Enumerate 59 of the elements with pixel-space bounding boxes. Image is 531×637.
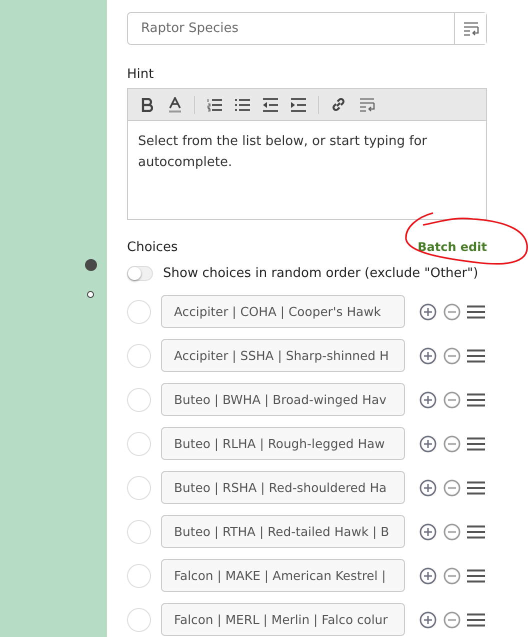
remove-icon[interactable]	[443, 478, 461, 496]
format-button[interactable]	[454, 13, 486, 44]
choice-radio[interactable]	[127, 344, 151, 368]
drag-handle-icon[interactable]	[467, 612, 485, 626]
choice-radio[interactable]	[127, 432, 151, 456]
batch-edit-link[interactable]: Batch edit	[418, 240, 487, 254]
text-color-icon[interactable]	[166, 96, 183, 113]
choice-radio[interactable]	[127, 388, 151, 412]
choice-radio[interactable]	[127, 520, 151, 544]
choice-radio[interactable]	[127, 564, 151, 588]
choice-field[interactable]: Buteo | BWHA | Broad-winged Hav	[161, 383, 405, 416]
choice-field[interactable]: Buteo | RSHA | Red-shouldered Ha	[161, 471, 405, 504]
step-marker[interactable]	[87, 291, 94, 298]
hint-label: Hint	[127, 67, 155, 82]
add-icon[interactable]	[419, 522, 437, 540]
choice-field[interactable]: Accipiter | COHA | Cooper's Hawk	[161, 295, 405, 328]
add-icon[interactable]	[419, 478, 437, 496]
choice-radio[interactable]	[127, 300, 151, 324]
add-icon[interactable]	[419, 566, 437, 584]
choices-label: Choices	[127, 240, 178, 254]
remove-icon[interactable]	[443, 610, 461, 628]
add-icon[interactable]	[419, 302, 437, 320]
drag-handle-icon[interactable]	[467, 524, 485, 538]
add-icon[interactable]	[419, 390, 437, 408]
numbered-list-icon[interactable]	[206, 96, 223, 113]
choice-field[interactable]: Buteo | RTHA | Red-tailed Hawk | B	[161, 515, 405, 548]
hint-editor[interactable]: Select from the list below, or start typing for autocomplete.	[127, 88, 487, 220]
choice-field[interactable]: Buteo | RLHA | Rough-legged Haw	[161, 427, 405, 460]
outdent-icon[interactable]	[262, 96, 279, 113]
drag-handle-icon[interactable]	[467, 392, 485, 406]
remove-icon[interactable]	[443, 302, 461, 320]
link-icon[interactable]	[330, 96, 347, 113]
drag-handle-icon[interactable]	[467, 568, 485, 582]
remove-icon[interactable]	[443, 522, 461, 540]
random-order-toggle[interactable]	[127, 266, 153, 281]
remove-icon[interactable]	[443, 346, 461, 364]
drag-handle-icon[interactable]	[467, 348, 485, 362]
add-icon[interactable]	[419, 346, 437, 364]
drag-handle-icon[interactable]	[467, 480, 485, 494]
indent-icon[interactable]	[290, 96, 307, 113]
text-wrap-icon[interactable]	[462, 22, 478, 36]
hint-text: Select from the list below, or start typing for autocomplete.	[138, 133, 428, 172]
choice-field[interactable]: Accipiter | SSHA | Sharp-shinned H	[161, 339, 405, 372]
choice-field[interactable]: Falcon | MAKE | American Kestrel |	[161, 559, 405, 592]
bullet-list-icon[interactable]	[234, 96, 251, 113]
label-field[interactable]: Raptor Species	[127, 12, 487, 45]
choice-radio[interactable]	[127, 476, 151, 500]
drag-handle-icon[interactable]	[467, 304, 485, 318]
remove-icon[interactable]	[443, 434, 461, 452]
random-order-label: Show choices in random order (exclude "Other")	[163, 266, 478, 281]
add-icon[interactable]	[419, 434, 437, 452]
remove-icon[interactable]	[443, 390, 461, 408]
text-wrap-icon[interactable]	[358, 98, 374, 112]
step-marker[interactable]	[85, 259, 97, 271]
add-icon[interactable]	[419, 610, 437, 628]
remove-icon[interactable]	[443, 566, 461, 584]
choice-field[interactable]: Falcon | MERL | Merlin | Falco colur	[161, 603, 405, 636]
drag-handle-icon[interactable]	[467, 436, 485, 450]
choice-radio[interactable]	[127, 608, 151, 632]
